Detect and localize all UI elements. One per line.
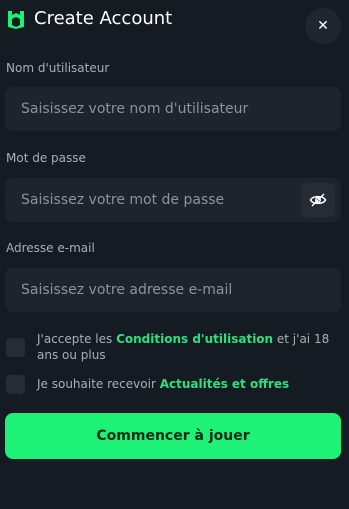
close-button[interactable]: ✕ <box>305 8 341 44</box>
password-label: Mot de passe <box>6 151 86 165</box>
brand-logo-icon <box>8 11 24 29</box>
password-input[interactable] <box>5 178 341 222</box>
news-link[interactable]: Actualités et offres <box>160 377 289 391</box>
email-field-wrapper <box>5 268 341 312</box>
terms-checkbox[interactable] <box>6 338 25 357</box>
email-label: Adresse e-mail <box>6 241 95 255</box>
username-label: Nom d'utilisateur <box>6 61 110 75</box>
toggle-password-visibility-button[interactable] <box>301 183 335 217</box>
close-icon[interactable]: ✕ <box>317 18 329 34</box>
email-input[interactable] <box>5 268 341 312</box>
create-account-modal: Create Account ✕ Nom d'utilisateur Mot d… <box>0 0 349 509</box>
terms-link[interactable]: Conditions d'utilisation <box>116 332 273 346</box>
terms-text: J'accepte les Conditions d'utilisation e… <box>37 331 337 363</box>
terms-prefix: J'accepte les <box>37 332 117 346</box>
news-text: Je souhaite recevoir Actualités et offre… <box>37 376 289 392</box>
news-prefix: Je souhaite recevoir <box>37 377 160 391</box>
username-input[interactable] <box>5 87 341 131</box>
eye-off-icon[interactable] <box>309 191 327 209</box>
news-checkbox[interactable] <box>6 375 25 394</box>
modal-header: Create Account ✕ <box>0 0 349 44</box>
username-field-wrapper <box>5 87 341 131</box>
modal-title: Create Account <box>34 8 173 29</box>
start-playing-button[interactable]: Commencer à jouer <box>5 413 341 459</box>
password-field-wrapper <box>5 178 341 222</box>
